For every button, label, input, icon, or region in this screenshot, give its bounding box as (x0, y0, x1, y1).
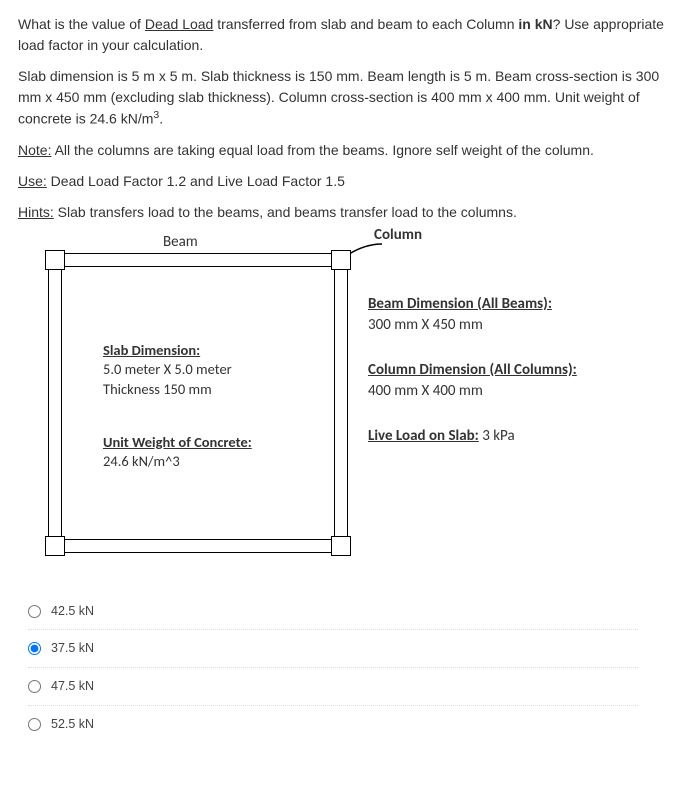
text: Slab transfers load to the beams, and be… (54, 204, 517, 220)
text: All the columns are taking equal load fr… (51, 142, 593, 158)
radio-choice-2[interactable] (28, 642, 41, 655)
unit-weight-info: Unit Weight of Concrete: 24.6 kN/m^3 (103, 433, 252, 472)
unit-weight-value: 24.6 kN/m^3 (103, 452, 252, 472)
radio-choice-1[interactable] (28, 605, 41, 618)
radio-choice-4[interactable] (28, 718, 41, 731)
text: Slab dimension is 5 m x 5 m. Slab thickn… (18, 68, 659, 127)
answer-choices: 42.5 kN 37.5 kN 47.5 kN 52.5 kN (28, 593, 679, 743)
underline-hints: Hints: (18, 204, 54, 220)
choice-2-label: 37.5 kN (51, 639, 94, 658)
beam-dim-heading: Beam Dimension (All Beams): (368, 294, 577, 315)
unit-weight-heading: Unit Weight of Concrete: (103, 433, 252, 453)
plan-view: Beam Slab Dimension: 5.0 meter X 5.0 met… (48, 253, 348, 553)
choice-1[interactable]: 42.5 kN (28, 593, 638, 631)
slab-info: Slab Dimension: 5.0 meter X 5.0 meter Th… (103, 341, 232, 400)
question-p2: Slab dimension is 5 m x 5 m. Slab thickn… (18, 66, 679, 130)
question-p4: Use: Dead Load Factor 1.2 and Live Load … (18, 171, 679, 192)
choice-2[interactable]: 37.5 kN (28, 630, 638, 668)
radio-choice-3[interactable] (28, 680, 41, 693)
column-tl (45, 250, 65, 270)
choice-3-label: 47.5 kN (51, 677, 94, 696)
slab-dim-heading: Slab Dimension: (103, 341, 232, 361)
underline-use: Use: (18, 173, 47, 189)
slab-dim-value1: 5.0 meter X 5.0 meter (103, 360, 232, 380)
question-p5: Hints: Slab transfers load to the beams,… (18, 202, 679, 223)
choice-3[interactable]: 47.5 kN (28, 668, 638, 706)
text: What is the value of (18, 16, 145, 32)
choice-1-label: 42.5 kN (51, 602, 94, 621)
live-load-value: 3 kPa (479, 427, 515, 445)
text: Dead Load Factor 1.2 and Live Load Facto… (47, 173, 345, 189)
text: . (159, 111, 163, 127)
beam-right (334, 253, 348, 553)
live-load-block: Live Load on Slab: 3 kPa (368, 426, 577, 447)
beam-dim-block: Beam Dimension (All Beams): 300 mm X 450… (368, 294, 577, 336)
live-load-heading: Live Load on Slab: (368, 427, 479, 445)
column-dim-value: 400 mm X 400 mm (368, 381, 577, 402)
side-labels: Column Beam Dimension (All Beams): 300 m… (368, 253, 577, 471)
text: transferred from slab and beam to each C… (213, 16, 518, 32)
choice-4-label: 52.5 kN (51, 715, 94, 734)
question-text: What is the value of Dead Load transferr… (18, 14, 679, 223)
column-label: Column (374, 225, 583, 246)
slab-dim-value2: Thickness 150 mm (103, 380, 232, 400)
beam-bottom (48, 539, 348, 553)
beam-label: Beam (163, 231, 198, 254)
underline-note: Note: (18, 142, 51, 158)
beam-dim-value: 300 mm X 450 mm (368, 315, 577, 336)
beam-left (48, 253, 62, 553)
question-p1: What is the value of Dead Load transferr… (18, 14, 679, 56)
bold-in-kn: in kN (518, 16, 552, 32)
underline-dead-load: Dead Load (145, 16, 214, 32)
question-p3: Note: All the columns are taking equal l… (18, 140, 679, 161)
column-dim-heading: Column Dimension (All Columns): (368, 360, 577, 381)
column-tr (331, 250, 351, 270)
column-bl (45, 536, 65, 556)
column-dim-block: Column Dimension (All Columns): 400 mm X… (368, 360, 577, 402)
column-br (331, 536, 351, 556)
choice-4[interactable]: 52.5 kN (28, 706, 638, 743)
beam-top (48, 253, 348, 267)
figure: Beam Slab Dimension: 5.0 meter X 5.0 met… (48, 253, 679, 553)
